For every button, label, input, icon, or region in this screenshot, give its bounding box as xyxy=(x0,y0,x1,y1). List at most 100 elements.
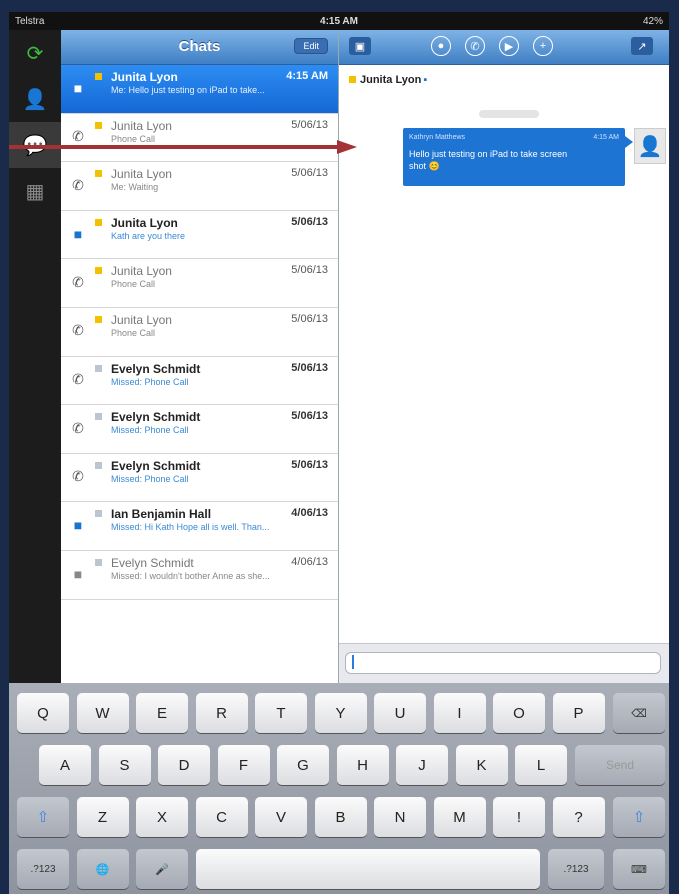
conversation-contact-name: Junita Lyon xyxy=(360,74,422,86)
chat-contact-name: Junita Lyon xyxy=(111,167,172,182)
key-a[interactable]: A xyxy=(39,745,91,785)
presence-icon xyxy=(95,121,102,129)
chat-date: 4/06/13 xyxy=(291,555,328,568)
chat-list-item[interactable]: ✆ Junita Lyon 5/06/13 Phone Call xyxy=(61,113,338,163)
backspace-key[interactable]: ⌫ xyxy=(613,693,665,733)
key-p[interactable]: P xyxy=(552,693,605,733)
chat-list-item[interactable]: ✆ Evelyn Schmidt 5/06/13 Missed: Phone Call xyxy=(61,356,338,406)
mobile-device-icon: ▪ xyxy=(423,74,428,86)
chat-list-item[interactable]: ■ Ian Benjamin Hall 4/06/13 Missed: Hi Kath… xyxy=(61,502,338,551)
key-e[interactable]: E xyxy=(136,693,188,733)
app-sidebar: ⟳👤💬▦ xyxy=(9,30,61,683)
key-c[interactable]: C xyxy=(195,797,248,837)
contact-card-icon[interactable]: ▣ xyxy=(349,37,371,55)
chat-date: 5/06/13 xyxy=(291,215,328,228)
chat-bubble-icon[interactable]: ● xyxy=(431,36,451,56)
chat-list-item[interactable]: ✆ Evelyn Schmidt 5/06/13 Missed: Phone Call xyxy=(61,405,338,454)
key-exclamation[interactable]: ! xyxy=(493,797,545,837)
key-r[interactable]: R xyxy=(195,693,248,733)
chat-contact-name: Evelyn Schmidt xyxy=(111,361,201,376)
carrier-label: Telstra xyxy=(15,15,45,27)
key-h[interactable]: H xyxy=(336,745,389,785)
key-g[interactable]: G xyxy=(277,745,329,785)
message-bubble[interactable]: Kathryn Matthews 4:15 AM Hello just test… xyxy=(403,128,633,186)
phone-icon: ✆ xyxy=(72,419,84,436)
key-x[interactable]: X xyxy=(136,797,188,837)
battery-level: 42% xyxy=(642,15,663,27)
chat-list-item[interactable]: ■ Junita Lyon 4:15 AM Me: Hello just testin… xyxy=(61,65,338,114)
key-y[interactable]: Y xyxy=(314,693,367,733)
phone-icon[interactable]: ✆ xyxy=(465,36,485,56)
chat-list-item[interactable]: ■ Junita Lyon 5/06/13 Kath are you there xyxy=(61,210,338,260)
key-q[interactable]: Q xyxy=(17,693,69,733)
add-participants-icon[interactable]: + xyxy=(533,36,553,56)
presence-icon xyxy=(95,315,102,323)
key-question[interactable]: ? xyxy=(552,797,605,837)
key-l[interactable]: L xyxy=(515,745,567,785)
shift-icon: ⇧ xyxy=(632,809,646,826)
avatar: 👤 xyxy=(634,128,666,164)
key-u[interactable]: U xyxy=(374,693,426,733)
space-key[interactable] xyxy=(195,849,540,889)
contacts-icon[interactable]: 👤 xyxy=(9,76,61,122)
key-t[interactable]: T xyxy=(255,693,307,733)
key-n[interactable]: N xyxy=(374,797,426,837)
key-s[interactable]: S xyxy=(98,745,151,785)
chat-preview: Missed: Phone Call xyxy=(111,425,189,436)
key-f[interactable]: F xyxy=(217,745,270,785)
edit-button[interactable]: Edit xyxy=(294,38,328,54)
on-screen-keyboard: Q W E R T Y U I O P ⌫ A S D F G H J K L Send ⇧ Z X C V B N M!? ⇧ .?123… xyxy=(9,683,669,894)
dictation-key[interactable]: 🎤 xyxy=(136,849,188,889)
presence-icon xyxy=(95,413,102,421)
key-o[interactable]: O xyxy=(493,693,545,733)
chat-preview: Missed: Phone Call xyxy=(111,376,189,387)
phone-icon: ✆ xyxy=(72,273,84,290)
key-j[interactable]: J xyxy=(396,745,448,785)
presence-icon xyxy=(95,218,102,226)
phone-icon: ✆ xyxy=(72,468,84,485)
chat-list-item[interactable]: ■ Evelyn Schmidt 4/06/13 Missed: I wouldn't… xyxy=(61,550,338,600)
key-b[interactable]: B xyxy=(314,797,367,837)
chat-list-pane: Chats Edit ■ Junita Lyon 4:15 AM Me: Hello … xyxy=(61,30,339,683)
message-sender: Kathryn Matthews xyxy=(409,134,466,141)
share-icon[interactable]: ↗ xyxy=(631,37,653,55)
key-v[interactable]: V xyxy=(255,797,307,837)
shift-key[interactable]: ⇧ xyxy=(17,797,69,837)
shift-key-right[interactable]: ⇧ xyxy=(613,797,665,837)
compose-bar xyxy=(339,643,669,684)
chat-icon: ■ xyxy=(73,225,83,242)
ipad-screen: Telstra 4:15 AM 42% ⟳👤💬▦ Chats Edit ■ Jun… xyxy=(9,12,669,894)
chat-contact-name: Junita Lyon xyxy=(111,215,178,230)
globe-key[interactable]: 🌐 xyxy=(76,849,129,889)
sync-icon[interactable]: ⟳ xyxy=(9,30,61,76)
chat-list-item[interactable]: ✆ Junita Lyon 5/06/13 Phone Call xyxy=(61,259,338,308)
dismiss-keyboard-key[interactable]: ⌨ xyxy=(613,849,665,889)
message-input[interactable] xyxy=(345,652,661,674)
annotation-arrow xyxy=(9,140,357,154)
key-i[interactable]: I xyxy=(433,693,486,733)
calendar-icon[interactable]: ▦ xyxy=(9,168,61,214)
video-icon[interactable]: ▶ xyxy=(499,36,519,56)
chat-list-item[interactable]: ✆ Evelyn Schmidt 5/06/13 Missed: Phone Call xyxy=(61,453,338,503)
chat-icon: ■ xyxy=(73,565,83,582)
chat-preview: Missed: Phone Call xyxy=(111,473,189,484)
chat-list-item[interactable]: ✆ Junita Lyon 5/06/13 Me: Waiting xyxy=(61,162,338,211)
key-w[interactable]: W xyxy=(76,693,129,733)
key-k[interactable]: K xyxy=(455,745,508,785)
phone-icon: ✆ xyxy=(72,176,84,193)
send-key[interactable]: Send xyxy=(575,745,665,785)
chat-contact-name: Junita Lyon xyxy=(111,264,172,279)
presence-icon xyxy=(95,461,102,469)
key-d[interactable]: D xyxy=(158,745,210,785)
key-m[interactable]: M xyxy=(433,797,486,837)
chat-contact-name: Evelyn Schmidt xyxy=(111,458,201,473)
chat-preview: Missed: Hi Kath Hope all is well. Than..… xyxy=(111,522,270,533)
backspace-icon: ⌫ xyxy=(631,707,647,720)
numbers-key[interactable]: .?123 xyxy=(17,849,69,889)
numbers-key-right[interactable]: .?123 xyxy=(548,849,604,889)
key-z[interactable]: Z xyxy=(76,797,129,837)
chat-list-item[interactable]: ✆ Junita Lyon 5/06/13 Phone Call xyxy=(61,307,338,357)
chat-contact-name: Ian Benjamin Hall xyxy=(111,507,212,522)
chat-list-navbar: Chats Edit xyxy=(61,30,338,65)
presence-icon xyxy=(95,364,102,372)
